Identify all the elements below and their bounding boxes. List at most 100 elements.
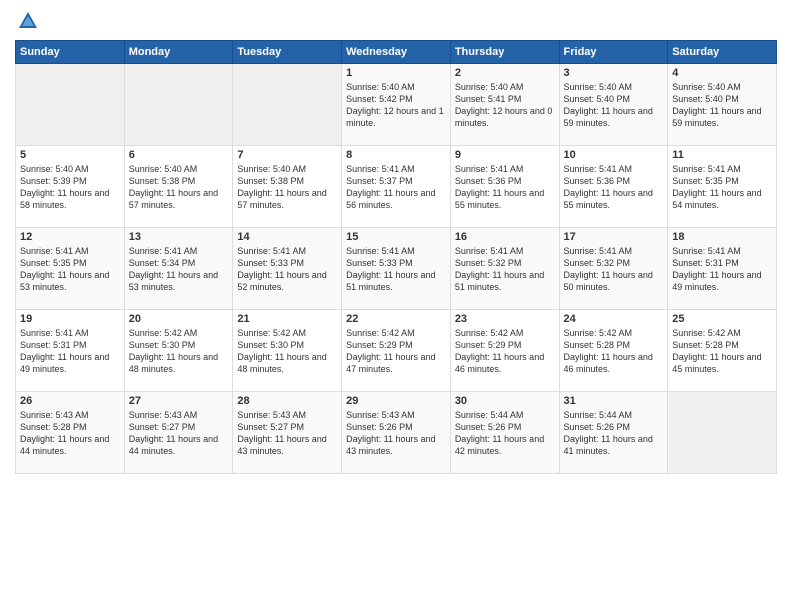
calendar-cell: 4 Sunrise: 5:40 AMSunset: 5:40 PMDaylight… bbox=[668, 64, 777, 146]
day-info: Sunrise: 5:40 AMSunset: 5:38 PMDaylight:… bbox=[129, 164, 218, 210]
calendar-cell: 23 Sunrise: 5:42 AMSunset: 5:29 PMDayligh… bbox=[450, 310, 559, 392]
calendar-cell bbox=[668, 392, 777, 474]
day-number: 11 bbox=[672, 149, 772, 161]
calendar-cell: 8 Sunrise: 5:41 AMSunset: 5:37 PMDaylight… bbox=[342, 146, 451, 228]
weekday-header-friday: Friday bbox=[559, 41, 668, 64]
day-info: Sunrise: 5:43 AMSunset: 5:27 PMDaylight:… bbox=[129, 410, 218, 456]
calendar-cell bbox=[16, 64, 125, 146]
day-number: 5 bbox=[20, 149, 120, 161]
day-info: Sunrise: 5:40 AMSunset: 5:39 PMDaylight:… bbox=[20, 164, 109, 210]
day-info: Sunrise: 5:43 AMSunset: 5:28 PMDaylight:… bbox=[20, 410, 109, 456]
day-number: 23 bbox=[455, 313, 555, 325]
calendar-cell: 17Sunrise: 5:41 AMSunset: 5:32 PMDayligh… bbox=[559, 228, 668, 310]
day-number: 14 bbox=[237, 231, 337, 243]
calendar-table: SundayMondayTuesdayWednesdayThursdayFrid… bbox=[15, 40, 777, 474]
day-info: Sunrise: 5:42 AMSunset: 5:29 PMDaylight:… bbox=[455, 328, 544, 374]
weekday-header-thursday: Thursday bbox=[450, 41, 559, 64]
day-info: Sunrise: 5:42 AMSunset: 5:28 PMDaylight:… bbox=[672, 328, 761, 374]
day-info: Sunrise: 5:41 AMSunset: 5:31 PMDaylight:… bbox=[20, 328, 109, 374]
day-info: Sunrise: 5:41 AMSunset: 5:34 PMDaylight:… bbox=[129, 246, 218, 292]
calendar-cell: 9 Sunrise: 5:41 AMSunset: 5:36 PMDaylight… bbox=[450, 146, 559, 228]
calendar-cell: 18Sunrise: 5:41 AMSunset: 5:31 PMDayligh… bbox=[668, 228, 777, 310]
day-info: Sunrise: 5:40 AMSunset: 5:41 PMDaylight:… bbox=[455, 82, 553, 128]
calendar-cell bbox=[233, 64, 342, 146]
calendar-cell: 15 Sunrise: 5:41 AMSunset: 5:33 PMDayligh… bbox=[342, 228, 451, 310]
day-info: Sunrise: 5:41 AMSunset: 5:35 PMDaylight:… bbox=[672, 164, 761, 210]
calendar-cell: 26 Sunrise: 5:43 AMSunset: 5:28 PMDayligh… bbox=[16, 392, 125, 474]
calendar-cell: 2Sunrise: 5:40 AMSunset: 5:41 PMDaylight… bbox=[450, 64, 559, 146]
calendar-cell: 6 Sunrise: 5:40 AMSunset: 5:38 PMDaylight… bbox=[124, 146, 233, 228]
day-info: Sunrise: 5:41 AMSunset: 5:36 PMDaylight:… bbox=[564, 164, 653, 210]
day-info: Sunrise: 5:40 AMSunset: 5:38 PMDaylight:… bbox=[237, 164, 326, 210]
day-number: 9 bbox=[455, 149, 555, 161]
calendar-cell: 27Sunrise: 5:43 AMSunset: 5:27 PMDayligh… bbox=[124, 392, 233, 474]
calendar-cell: 11 Sunrise: 5:41 AMSunset: 5:35 PMDayligh… bbox=[668, 146, 777, 228]
weekday-header-row: SundayMondayTuesdayWednesdayThursdayFrid… bbox=[16, 41, 777, 64]
calendar-cell: 25 Sunrise: 5:42 AMSunset: 5:28 PMDayligh… bbox=[668, 310, 777, 392]
calendar-cell: 20 Sunrise: 5:42 AMSunset: 5:30 PMDayligh… bbox=[124, 310, 233, 392]
calendar-cell: 12Sunrise: 5:41 AMSunset: 5:35 PMDayligh… bbox=[16, 228, 125, 310]
calendar-cell: 22 Sunrise: 5:42 AMSunset: 5:29 PMDayligh… bbox=[342, 310, 451, 392]
calendar-cell: 14 Sunrise: 5:41 AMSunset: 5:33 PMDayligh… bbox=[233, 228, 342, 310]
day-number: 1 bbox=[346, 67, 446, 79]
day-number: 21 bbox=[237, 313, 337, 325]
day-info: Sunrise: 5:41 AMSunset: 5:35 PMDaylight:… bbox=[20, 246, 109, 292]
page-container: SundayMondayTuesdayWednesdayThursdayFrid… bbox=[0, 0, 792, 612]
day-info: Sunrise: 5:42 AMSunset: 5:29 PMDaylight:… bbox=[346, 328, 435, 374]
calendar-cell: 16Sunrise: 5:41 AMSunset: 5:32 PMDayligh… bbox=[450, 228, 559, 310]
day-info: Sunrise: 5:44 AMSunset: 5:26 PMDaylight:… bbox=[455, 410, 544, 456]
day-info: Sunrise: 5:42 AMSunset: 5:28 PMDaylight:… bbox=[564, 328, 653, 374]
calendar-week-2: 5 Sunrise: 5:40 AMSunset: 5:39 PMDaylight… bbox=[16, 146, 777, 228]
calendar-cell: 5 Sunrise: 5:40 AMSunset: 5:39 PMDaylight… bbox=[16, 146, 125, 228]
day-number: 26 bbox=[20, 395, 120, 407]
day-number: 7 bbox=[237, 149, 337, 161]
day-number: 20 bbox=[129, 313, 229, 325]
day-number: 24 bbox=[564, 313, 664, 325]
day-info: Sunrise: 5:40 AMSunset: 5:40 PMDaylight:… bbox=[564, 82, 653, 128]
calendar-cell: 21 Sunrise: 5:42 AMSunset: 5:30 PMDayligh… bbox=[233, 310, 342, 392]
day-number: 8 bbox=[346, 149, 446, 161]
calendar-week-4: 19 Sunrise: 5:41 AMSunset: 5:31 PMDayligh… bbox=[16, 310, 777, 392]
calendar-cell: 29 Sunrise: 5:43 AMSunset: 5:26 PMDayligh… bbox=[342, 392, 451, 474]
day-number: 22 bbox=[346, 313, 446, 325]
day-number: 15 bbox=[346, 231, 446, 243]
day-info: Sunrise: 5:41 AMSunset: 5:33 PMDaylight:… bbox=[346, 246, 435, 292]
calendar-week-5: 26 Sunrise: 5:43 AMSunset: 5:28 PMDayligh… bbox=[16, 392, 777, 474]
logo bbox=[15, 10, 39, 32]
calendar-cell bbox=[124, 64, 233, 146]
weekday-header-sunday: Sunday bbox=[16, 41, 125, 64]
day-number: 6 bbox=[129, 149, 229, 161]
day-number: 19 bbox=[20, 313, 120, 325]
day-info: Sunrise: 5:43 AMSunset: 5:27 PMDaylight:… bbox=[237, 410, 326, 456]
day-number: 10 bbox=[564, 149, 664, 161]
day-number: 25 bbox=[672, 313, 772, 325]
calendar-cell: 24 Sunrise: 5:42 AMSunset: 5:28 PMDayligh… bbox=[559, 310, 668, 392]
calendar-cell: 30Sunrise: 5:44 AMSunset: 5:26 PMDayligh… bbox=[450, 392, 559, 474]
day-info: Sunrise: 5:41 AMSunset: 5:33 PMDaylight:… bbox=[237, 246, 326, 292]
calendar-cell: 13 Sunrise: 5:41 AMSunset: 5:34 PMDayligh… bbox=[124, 228, 233, 310]
logo-icon bbox=[17, 10, 39, 32]
calendar-cell: 31Sunrise: 5:44 AMSunset: 5:26 PMDayligh… bbox=[559, 392, 668, 474]
day-info: Sunrise: 5:42 AMSunset: 5:30 PMDaylight:… bbox=[129, 328, 218, 374]
header bbox=[15, 10, 777, 32]
day-number: 3 bbox=[564, 67, 664, 79]
day-number: 29 bbox=[346, 395, 446, 407]
calendar-cell: 10 Sunrise: 5:41 AMSunset: 5:36 PMDayligh… bbox=[559, 146, 668, 228]
weekday-header-saturday: Saturday bbox=[668, 41, 777, 64]
day-info: Sunrise: 5:42 AMSunset: 5:30 PMDaylight:… bbox=[237, 328, 326, 374]
day-number: 28 bbox=[237, 395, 337, 407]
day-info: Sunrise: 5:41 AMSunset: 5:36 PMDaylight:… bbox=[455, 164, 544, 210]
weekday-header-monday: Monday bbox=[124, 41, 233, 64]
calendar-cell: 28 Sunrise: 5:43 AMSunset: 5:27 PMDayligh… bbox=[233, 392, 342, 474]
day-number: 4 bbox=[672, 67, 772, 79]
day-number: 13 bbox=[129, 231, 229, 243]
day-info: Sunrise: 5:41 AMSunset: 5:37 PMDaylight:… bbox=[346, 164, 435, 210]
day-info: Sunrise: 5:43 AMSunset: 5:26 PMDaylight:… bbox=[346, 410, 435, 456]
calendar-cell: 19 Sunrise: 5:41 AMSunset: 5:31 PMDayligh… bbox=[16, 310, 125, 392]
calendar-cell: 1Sunrise: 5:40 AMSunset: 5:42 PMDaylight… bbox=[342, 64, 451, 146]
day-info: Sunrise: 5:40 AMSunset: 5:40 PMDaylight:… bbox=[672, 82, 761, 128]
calendar-cell: 7 Sunrise: 5:40 AMSunset: 5:38 PMDaylight… bbox=[233, 146, 342, 228]
weekday-header-wednesday: Wednesday bbox=[342, 41, 451, 64]
calendar-week-3: 12Sunrise: 5:41 AMSunset: 5:35 PMDayligh… bbox=[16, 228, 777, 310]
calendar-week-1: 1Sunrise: 5:40 AMSunset: 5:42 PMDaylight… bbox=[16, 64, 777, 146]
